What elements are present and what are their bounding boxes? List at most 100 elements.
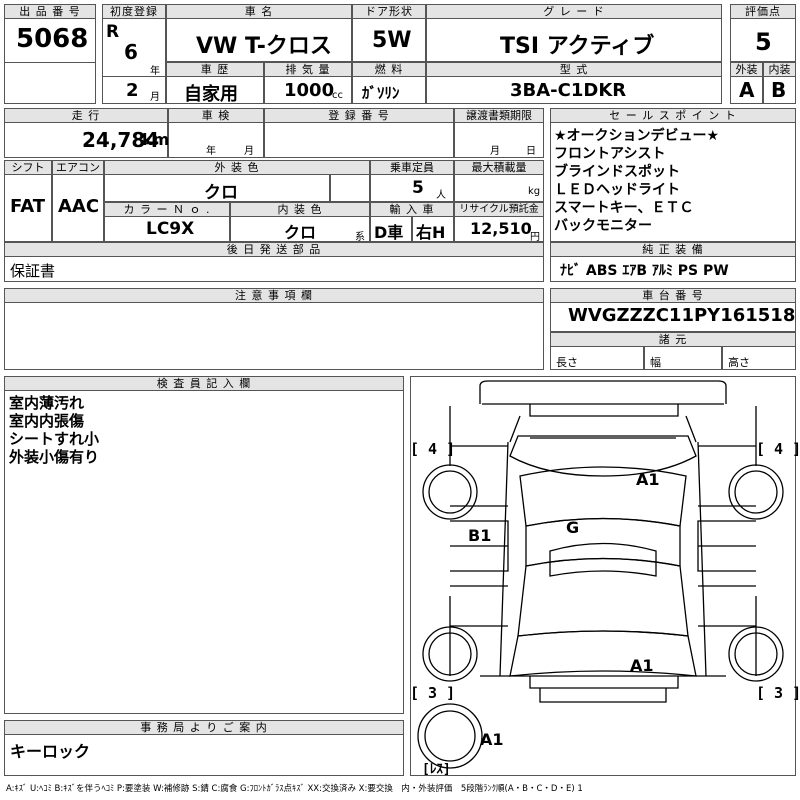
chassis-number: WVGZZZC11PY161518: [568, 305, 796, 326]
equipment-items: ﾅﾋﾞ ABS ｴｱB ｱﾙﾐ PS PW: [560, 263, 729, 279]
damage-trunk: A1: [630, 656, 654, 675]
car-diagram: [417, 380, 784, 769]
lot-number-label: 出 品 番 号: [4, 4, 96, 19]
first-registration-year: 6: [124, 40, 138, 64]
interior-grade: B: [771, 78, 787, 102]
inspection-month-unit: 月: [244, 146, 254, 157]
inspector-note: 外装小傷有り: [9, 448, 100, 466]
first-registration-month: 2: [126, 80, 139, 101]
spare-tire-mark: [ﾚｽ]: [422, 762, 451, 777]
score-label: 評価点: [730, 4, 796, 19]
model: 3BA-C1DKR: [510, 80, 627, 101]
fuel-label: 燃 料: [352, 62, 426, 77]
door-label: ドア形状: [352, 4, 426, 19]
shift: FAT: [10, 196, 46, 217]
inspection-year-unit: 年: [206, 146, 216, 157]
door-type: 5W: [372, 28, 412, 53]
exterior-label: 外装: [730, 62, 763, 77]
specs-label: 諸 元: [550, 332, 796, 347]
sales-point: スマートキー、ＥＴＣ: [554, 200, 694, 216]
era: R: [106, 22, 120, 42]
score: 5: [755, 28, 772, 56]
exterior-grade: A: [739, 78, 755, 102]
interior-label: 内装: [763, 62, 796, 77]
color-no: LC9X: [146, 219, 195, 239]
interior-color-label: 内 装 色: [230, 202, 370, 217]
notes-label: 注 意 事 項 欄: [4, 288, 544, 303]
mileage-label: 走 行: [4, 108, 168, 123]
spec-height-label: 高さ: [728, 356, 750, 369]
transfer-month-unit: 月: [490, 146, 500, 157]
inspector-notes: 室内薄汚れ 室内内張傷 シートすれ小 外装小傷有り: [9, 394, 99, 466]
inspector-label: 検 査 員 記 入 欄: [4, 376, 404, 391]
tire-front-right: [ 4 ]: [756, 440, 800, 458]
first-registration-label: 初度登録: [102, 4, 166, 19]
first-registration-divider: [102, 76, 166, 77]
office-note: キーロック: [10, 742, 91, 761]
exterior-color-label: 外 装 色: [104, 160, 370, 175]
lot-number: 5068: [16, 24, 89, 54]
ac-label: エアコン: [52, 160, 104, 175]
history: 自家用: [184, 84, 238, 105]
import-label: 輸 入 車: [370, 202, 454, 217]
sales-points-list: ★オークションデビュー★ フロントアシスト ブラインドスポット ＬＥＤヘッドライ…: [554, 127, 794, 235]
tire-rear-right: [ 3 ]: [756, 684, 800, 702]
later-parts: 保証書: [10, 262, 56, 280]
inspector-note: 室内薄汚れ: [9, 394, 85, 412]
car-name-label: 車 名: [166, 4, 352, 19]
tire-front-left: [ 4 ]: [410, 440, 456, 458]
exterior-color: クロ: [204, 183, 238, 203]
notes-cell: [4, 302, 544, 370]
transfer-label: 譲渡書類期限: [454, 108, 544, 123]
transfer-day-unit: 日: [526, 146, 536, 157]
tire-rear-left: [ 3 ]: [410, 684, 456, 702]
history-label: 車 歴: [166, 62, 264, 77]
displacement: 1000: [284, 80, 335, 101]
sales-point: ブラインドスポット: [554, 164, 680, 180]
damage-left-door: B1: [468, 526, 492, 545]
displacement-unit: cc: [332, 90, 343, 101]
lot-number-blank: [4, 62, 96, 104]
office-label: 事 務 局 よ り ご 案 内: [4, 720, 404, 735]
sales-point: ★オークションデビュー★: [554, 128, 720, 144]
mileage-unit: km: [142, 130, 170, 149]
inspector-note: 室内内張傷: [9, 412, 85, 430]
model-label: 型 式: [426, 62, 722, 77]
later-parts-label: 後 日 発 送 部 品: [4, 242, 544, 257]
displacement-label: 排 気 量: [264, 62, 352, 77]
sales-points-label: セ ー ル ス ポ イ ン ト: [550, 108, 796, 123]
interior-color: クロ: [284, 223, 317, 242]
registration-cell: [264, 122, 454, 158]
sales-point: バックモニター: [554, 218, 652, 234]
chassis-label: 車 台 番 号: [550, 288, 796, 303]
air-conditioner: AAC: [58, 196, 100, 217]
spec-length-label: 長さ: [556, 356, 578, 369]
capacity-unit: 人: [436, 190, 446, 201]
max-load-unit: kg: [528, 186, 541, 197]
month-unit: 月: [150, 92, 160, 103]
damage-rear: A1: [480, 730, 504, 749]
year-unit: 年: [150, 66, 160, 77]
grade: TSI アクティブ: [500, 34, 655, 59]
legend: A:ｷｽﾞ U:ﾍｺﾐ B:ｷｽﾞを伴うﾍｺﾐ P:要塗装 W:補修跡 S:錆 …: [6, 784, 583, 794]
grade-label: グ レ ー ド: [426, 4, 722, 19]
shift-label: シフト: [4, 160, 52, 175]
sales-point: ＬＥＤヘッドライト: [554, 182, 680, 198]
recycle-label: リサイクル預託金: [454, 202, 544, 217]
equipment-label: 純 正 装 備: [550, 242, 796, 257]
damage-hood: A1: [636, 470, 660, 489]
capacity-label: 乗車定員: [370, 160, 454, 175]
interior-color-unit: 系: [355, 232, 365, 243]
sales-point: フロントアシスト: [554, 146, 666, 162]
recycle-deposit: 12,510: [470, 219, 532, 238]
exterior-color-extra: [330, 174, 370, 202]
color-no-label: カ ラ ー Ｎ ｏ .: [104, 202, 230, 217]
inspector-note: シートすれ小: [9, 430, 100, 448]
capacity: 5: [412, 178, 424, 198]
recycle-unit: 円: [530, 232, 540, 243]
damage-roof: G: [566, 518, 580, 537]
import-dealer: D車: [374, 223, 404, 242]
later-parts-cell: [4, 256, 544, 282]
max-load-label: 最大積載量: [454, 160, 544, 175]
spec-width-label: 幅: [650, 356, 661, 369]
